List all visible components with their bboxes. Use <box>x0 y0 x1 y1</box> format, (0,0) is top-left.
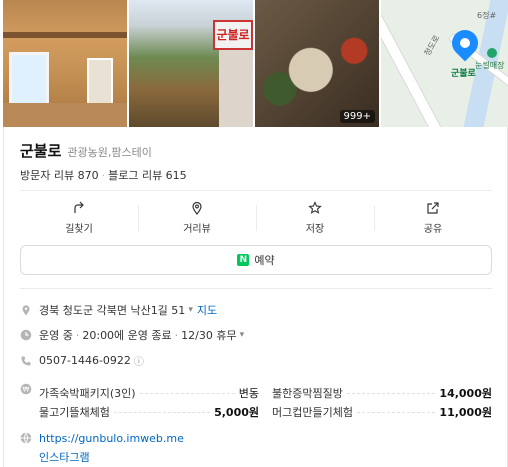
instagram-link[interactable]: 인스타그램 <box>39 449 90 465</box>
blog-reviews-link[interactable]: 블로그 리뷰 615 <box>108 169 187 182</box>
divider <box>20 190 492 191</box>
hours-detail: 20:00에 운영 종료 <box>82 329 172 342</box>
visitor-reviews-link[interactable]: 방문자 리뷰 870 <box>20 169 99 182</box>
street-view-label: 거리뷰 <box>183 224 211 235</box>
street-view-button[interactable]: 거리뷰 <box>138 197 256 239</box>
price-row: 가족숙박패키지(3인) 변동 불한증막찜질방 14,000원 <box>39 383 492 402</box>
website-link[interactable]: https://gunbulo.imweb.me <box>39 432 184 445</box>
address-row: 경북 청도군 각북면 낙산1길 51 ▾ 지도 <box>20 302 492 318</box>
phone-number[interactable]: 0507-1446-0922 <box>39 354 131 367</box>
save-label: 저장 <box>305 224 325 235</box>
price-item: 물고기뜰채체험 5,000원 <box>39 405 259 419</box>
map-label: 청도로 <box>422 33 442 58</box>
price-item: 머그컵만들기체험 11,000원 <box>272 405 492 419</box>
hours-status: 운영 중 <box>39 329 73 342</box>
address-text[interactable]: 경북 청도군 각북면 낙산1길 51 <box>39 302 185 318</box>
price-list: 가족숙박패키지(3인) 변동 불한증막찜질방 14,000원 물고기뜰채체험 5,00… <box>39 383 492 421</box>
price-row: 물고기뜰채체험 5,000원 머그컵만들기체험 11,000원 <box>39 402 492 421</box>
globe-icon <box>20 432 32 444</box>
directions-label: 길찾기 <box>65 224 93 235</box>
price-item: 가족숙박패키지(3인) 변동 <box>39 386 259 400</box>
hours-row: 운영 중 · 20:00에 운영 종료 · 12/30 휴무 ▾ <box>20 327 492 343</box>
share-label: 공유 <box>423 224 443 235</box>
directions-icon <box>74 201 84 213</box>
save-button[interactable]: 저장 <box>256 197 374 239</box>
map-link[interactable]: 지도 <box>197 302 217 318</box>
review-counts: 방문자 리뷰 870 · 블로그 리뷰 615 <box>20 169 187 182</box>
place-category: 관광농원,팜스테이 <box>67 146 152 159</box>
svg-text:₩: ₩ <box>23 386 30 394</box>
photo-food[interactable]: 999+ <box>255 0 379 127</box>
star-icon <box>308 201 322 214</box>
photo-count-badge: 999+ <box>339 110 375 123</box>
reserve-button[interactable]: N 예약 <box>20 245 492 275</box>
action-bar: 길찾기 거리뷰 저장 공유 <box>20 197 492 239</box>
reserve-label: 예약 <box>254 254 275 267</box>
location-icon <box>22 305 30 316</box>
holiday-text: 12/30 휴무 <box>181 329 237 342</box>
map-label: 6정# <box>477 11 497 20</box>
mini-map[interactable]: 6정# 청도로 눈썰매장 군불로 <box>381 0 508 127</box>
chevron-down-icon[interactable]: ▾ <box>188 305 193 315</box>
photo-strip: 군불로 999+ 6정# 청도로 눈썰매장 군불로 <box>3 0 508 127</box>
directions-button[interactable]: 길찾기 <box>20 197 138 239</box>
phone-row: 0507-1446-0922 ⓘ <box>20 353 492 368</box>
map-marker-icon <box>487 48 497 58</box>
photo-interior[interactable] <box>3 0 127 127</box>
info-icon[interactable]: ⓘ <box>134 353 144 368</box>
photo-exterior[interactable]: 군불로 <box>129 0 253 127</box>
title-row: 군불로 관광농원,팜스테이 <box>20 140 152 161</box>
building-sign: 군불로 <box>213 20 253 50</box>
chevron-down-icon[interactable]: ▾ <box>240 330 245 340</box>
naver-n-icon: N <box>237 254 250 266</box>
price-tag-icon: ₩ <box>20 383 32 395</box>
map-pin-label: 군불로 <box>451 69 476 79</box>
divider <box>20 288 492 289</box>
share-button[interactable]: 공유 <box>374 197 492 239</box>
place-name[interactable]: 군불로 <box>20 140 61 161</box>
clock-icon <box>20 329 32 341</box>
street-view-icon <box>192 201 202 215</box>
map-label: 눈썰매장 <box>475 61 505 70</box>
price-item: 불한증막찜질방 14,000원 <box>272 386 492 400</box>
phone-icon <box>21 356 31 365</box>
place-card: 군불로 관광농원,팜스테이 방문자 리뷰 870 · 블로그 리뷰 615 길찾기 … <box>3 127 508 467</box>
share-icon <box>427 202 439 214</box>
